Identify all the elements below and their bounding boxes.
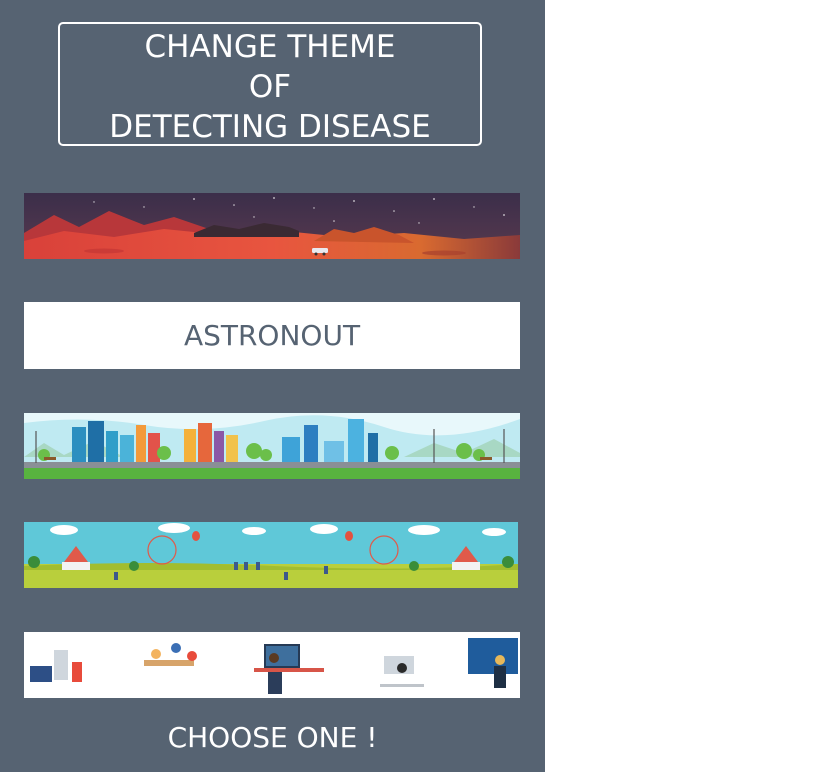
choose-instruction: CHOOSE ONE ! — [167, 721, 378, 754]
title-line-1: CHANGE THEME — [144, 29, 396, 65]
office-workers-image — [24, 632, 520, 698]
theme-fair-banner[interactable] — [24, 522, 518, 588]
theme-city-banner[interactable] — [24, 413, 520, 479]
page-title: CHANGE THEME OF DETECTING DISEASE — [58, 22, 482, 146]
title-line-3: DETECTING DISEASE — [109, 109, 431, 145]
title-line-2: OF — [248, 69, 292, 105]
amusement-park-image — [24, 522, 518, 588]
theme-office-banner[interactable] — [24, 632, 520, 698]
theme-astronaut-banner[interactable] — [24, 193, 520, 259]
mars-landscape-image — [24, 193, 520, 259]
city-skyline-image — [24, 413, 520, 479]
selected-theme-button[interactable]: ASTRONOUT — [24, 302, 520, 369]
theme-panel: CHANGE THEME OF DETECTING DISEASE ASTRON… — [0, 0, 545, 772]
